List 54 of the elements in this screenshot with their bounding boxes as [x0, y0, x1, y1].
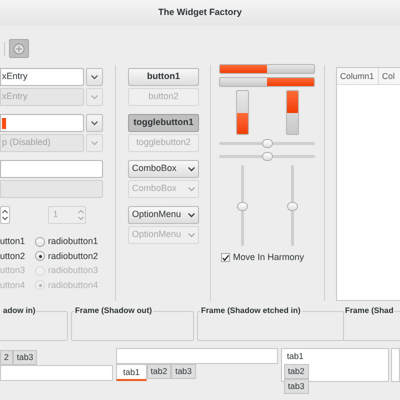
- radio-button[interactable]: [35, 236, 45, 247]
- frame-label: Frame (Shadow etched in): [200, 305, 302, 317]
- checkbox[interactable]: [221, 253, 230, 262]
- caret-icon: [188, 186, 195, 192]
- checkbox-label: Move In Harmony: [233, 251, 304, 264]
- text-field[interactable]: [0, 114, 84, 132]
- column-header[interactable]: Col: [379, 68, 400, 84]
- checkbox-label: utton3: [0, 264, 26, 277]
- text-field[interactable]: xEntry: [0, 68, 84, 86]
- checkbox-label: utton1: [0, 235, 26, 248]
- notebook-page: [391, 348, 400, 382]
- radio-label: radiobutton1: [48, 235, 98, 248]
- slider-thumb[interactable]: [237, 202, 248, 210]
- radio-label: radiobutton4: [48, 278, 98, 292]
- caret-icon: [91, 74, 98, 80]
- slider-thumb[interactable]: [287, 202, 298, 210]
- checkbox-label: utton2: [0, 250, 26, 262]
- toolbar-button[interactable]: [9, 39, 29, 58]
- caret-icon: [91, 140, 98, 146]
- circle-icon: [13, 42, 25, 54]
- caret-icon: [188, 166, 195, 172]
- slider-thumb[interactable]: [262, 152, 273, 161]
- checkbox-label: utton4: [0, 278, 26, 292]
- radio-label: radiobutton3: [48, 264, 98, 277]
- spin-button[interactable]: [0, 206, 10, 224]
- tab[interactable]: tab3: [12, 350, 38, 365]
- tab[interactable]: 2: [0, 350, 13, 365]
- text-field[interactable]: [0, 160, 103, 178]
- slider-thumb[interactable]: [262, 139, 273, 148]
- caret-icon: [91, 94, 98, 100]
- tab[interactable]: tab3: [284, 379, 309, 394]
- caret-icon: [188, 212, 195, 218]
- spin-arrows-icon: [2, 209, 8, 221]
- tab[interactable]: tab2: [284, 364, 309, 379]
- tab[interactable]: tab1: [116, 364, 147, 381]
- spin-arrows-icon: [78, 209, 84, 221]
- column-header[interactable]: Column1: [337, 68, 379, 84]
- button[interactable]: button1: [128, 68, 199, 86]
- text-selection: [2, 118, 6, 128]
- dropdown-button[interactable]: [86, 68, 103, 86]
- caret-icon: [91, 120, 98, 126]
- frame-label: Frame (Shadow out): [74, 305, 153, 317]
- tab[interactable]: tab3: [171, 364, 196, 379]
- frame-label: adow in): [2, 305, 36, 317]
- caret-icon: [188, 232, 195, 238]
- dropdown-button[interactable]: [86, 114, 103, 132]
- radio-button[interactable]: [35, 251, 45, 262]
- tab[interactable]: tab2: [146, 364, 172, 379]
- combo-box[interactable]: OptionMenu: [128, 206, 199, 224]
- button[interactable]: togglebutton1: [128, 114, 199, 132]
- frame-label: Frame (Shad: [344, 305, 394, 317]
- combo-box[interactable]: ComboBox: [128, 160, 199, 178]
- radio-label: radiobutton2: [48, 250, 98, 262]
- window-title: The Widget Factory: [158, 6, 242, 20]
